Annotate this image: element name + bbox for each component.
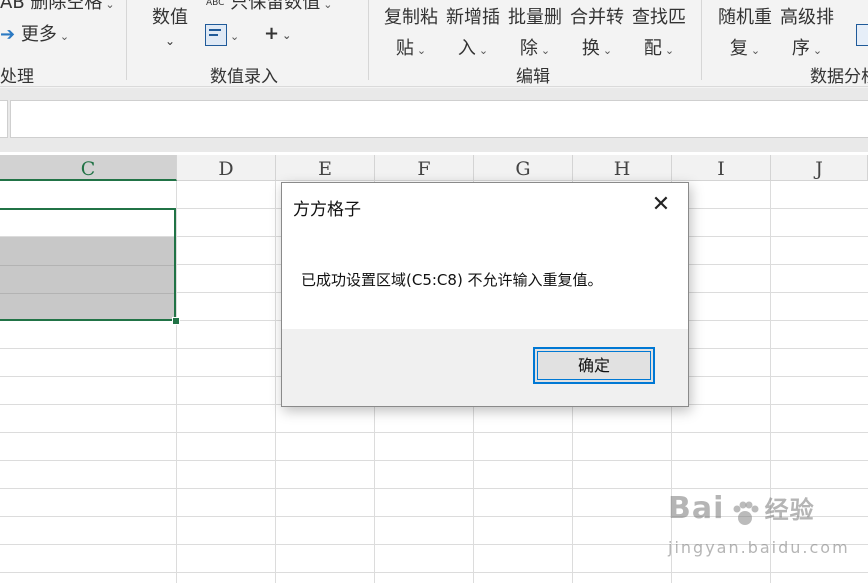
dialog-footer: 确定 bbox=[282, 329, 688, 406]
chevron-down-icon: ⌄ bbox=[59, 30, 70, 43]
merge-convert-button[interactable]: 合并转 换 ⌄ bbox=[570, 7, 624, 62]
ribbon-divider bbox=[0, 86, 868, 87]
close-icon[interactable]: ✕ bbox=[644, 189, 678, 221]
keep-values-button[interactable]: ABC 只保留数值 ⌄ bbox=[206, 0, 332, 16]
add-button[interactable]: + ⌄ bbox=[264, 23, 291, 47]
dialog-message: 已成功设置区域(C5:C8) 不允许输入重复值。 bbox=[301, 271, 603, 289]
insert-new-button[interactable]: 新增插 入 ⌄ bbox=[446, 7, 500, 62]
group-label-data-analysis: 数据分析 bbox=[810, 67, 868, 87]
chevron-down-icon: ⌄ bbox=[478, 44, 489, 57]
grid-line bbox=[0, 488, 868, 489]
name-box[interactable] bbox=[0, 100, 8, 138]
dialog-title: 方方格子 bbox=[293, 200, 361, 220]
chevron-down-icon: ⌄ bbox=[416, 44, 427, 57]
column-header-i[interactable]: I bbox=[672, 155, 771, 181]
grid-line bbox=[0, 572, 868, 573]
ribbon: AB 删除空格 ⌄ ➔ 更多 ⌄ 处理 数值 ⌄ ABC 只保留数值 ⌄ ⌄ + ⌄ 数… bbox=[0, 0, 868, 88]
grid-line bbox=[0, 460, 868, 461]
chevron-down-icon[interactable]: ⌄ bbox=[165, 30, 175, 52]
chevron-down-icon: ⌄ bbox=[812, 44, 823, 57]
edit-note-icon bbox=[205, 24, 227, 46]
group-separator bbox=[368, 0, 369, 80]
fill-handle[interactable] bbox=[172, 317, 180, 325]
number-value-button[interactable]: 数值 bbox=[152, 7, 188, 29]
grid-line bbox=[176, 181, 177, 583]
random-repeat-button[interactable]: 随机重 复 ⌄ bbox=[718, 7, 772, 62]
column-header-d[interactable]: D bbox=[177, 155, 276, 181]
selection-border bbox=[0, 208, 176, 321]
edit-note-button[interactable]: ⌄ bbox=[205, 24, 239, 48]
table-icon[interactable] bbox=[856, 24, 868, 46]
advanced-sort-button[interactable]: 高级排 序 ⌄ bbox=[780, 7, 834, 62]
arrow-right-icon: ➔ bbox=[0, 24, 16, 45]
grid-line bbox=[0, 432, 868, 433]
batch-delete-button[interactable]: 批量删 除 ⌄ bbox=[508, 7, 562, 62]
column-header-g[interactable]: G bbox=[474, 155, 573, 181]
column-header-e[interactable]: E bbox=[276, 155, 375, 181]
chevron-down-icon: ⌄ bbox=[323, 0, 333, 11]
more-button[interactable]: ➔ 更多 ⌄ bbox=[0, 24, 69, 48]
find-match-button[interactable]: 查找匹 配 ⌄ bbox=[632, 7, 686, 62]
ok-button[interactable]: 确定 bbox=[533, 347, 655, 384]
paw-icon bbox=[733, 501, 758, 525]
copy-paste-button[interactable]: 复制粘 贴 ⌄ bbox=[384, 7, 438, 62]
chevron-down-icon: ⌄ bbox=[230, 30, 240, 43]
formula-input[interactable] bbox=[10, 100, 868, 138]
baidu-watermark: Bai 经验 jingyan.baidu.com bbox=[668, 491, 850, 557]
chevron-down-icon: ⌄ bbox=[750, 44, 761, 57]
formula-bar-area bbox=[0, 88, 868, 152]
column-header-j[interactable]: J bbox=[771, 155, 868, 181]
chevron-down-icon: ⌄ bbox=[282, 29, 292, 42]
grid-line bbox=[275, 181, 276, 583]
group-separator bbox=[701, 0, 702, 80]
column-header-f[interactable]: F bbox=[375, 155, 474, 181]
group-label-processing: 处理 bbox=[0, 67, 34, 87]
chevron-down-icon: ⌄ bbox=[602, 44, 613, 57]
chevron-down-icon: ⌄ bbox=[105, 0, 115, 11]
group-label-number-entry: 数值录入 bbox=[210, 67, 278, 87]
group-separator bbox=[126, 0, 127, 80]
group-label-edit: 编辑 bbox=[516, 67, 550, 87]
chevron-down-icon: ⌄ bbox=[664, 44, 675, 57]
column-header-c[interactable]: C bbox=[0, 155, 177, 181]
message-dialog: 方方格子 ✕ 已成功设置区域(C5:C8) 不允许输入重复值。 确定 bbox=[281, 182, 689, 407]
remove-spaces-button[interactable]: AB 删除空格 ⌄ bbox=[0, 0, 115, 16]
chevron-down-icon: ⌄ bbox=[540, 44, 551, 57]
column-header-h[interactable]: H bbox=[573, 155, 672, 181]
